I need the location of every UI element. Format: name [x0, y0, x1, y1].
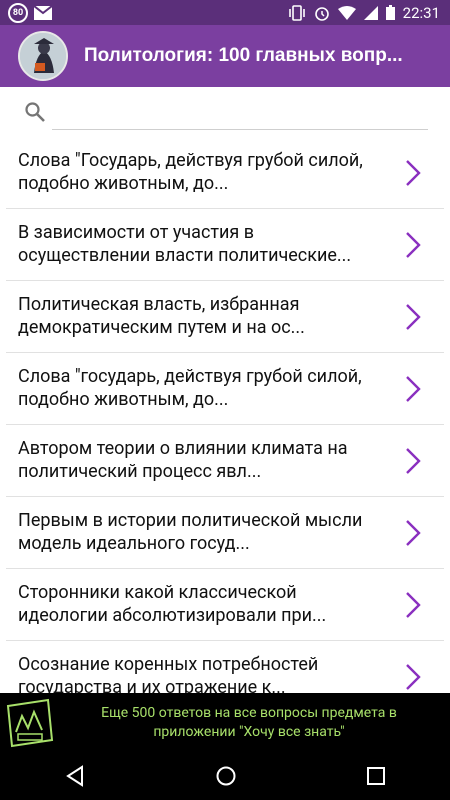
list-item[interactable]: Сторонники какой классической идеологии …: [6, 569, 444, 641]
question-list: Слова "Государь, действуя грубой силой, …: [0, 137, 450, 713]
chevron-right-icon: [406, 376, 421, 402]
list-item-text: В зависимости от участия в осуществлении…: [18, 222, 352, 266]
back-icon[interactable]: [64, 765, 86, 787]
list-item-text: Слова "Государь, действуя грубой силой, …: [18, 150, 363, 194]
list-item[interactable]: Автором теории о влиянии климата на поли…: [6, 425, 444, 497]
notification-badge: 80: [8, 2, 28, 23]
wifi-icon: [337, 5, 356, 20]
gmail-icon: [34, 5, 52, 20]
app-avatar[interactable]: [18, 31, 68, 81]
list-item[interactable]: В зависимости от участия в осуществлении…: [6, 209, 444, 281]
alarm-icon: [314, 6, 329, 21]
chevron-right-icon: [406, 448, 421, 474]
promo-app-icon: [6, 698, 54, 747]
list-item-text: Сторонники какой классической идеологии …: [18, 582, 327, 626]
chevron-right-icon: [406, 592, 421, 618]
search-bar[interactable]: [0, 87, 450, 137]
list-item-text: Политическая власть, избранная демократи…: [18, 294, 305, 338]
app-bar: Политология: 100 главных вопр...: [0, 25, 450, 87]
list-item[interactable]: Слова "государь, действуя грубой силой, …: [6, 353, 444, 425]
vibrate-icon: [288, 4, 305, 21]
chevron-right-icon: [406, 232, 421, 258]
chevron-right-icon: [406, 304, 421, 330]
list-item-text: Первым в истории политической мысли моде…: [18, 510, 363, 554]
chevron-right-icon: [406, 520, 421, 546]
status-bar: 80 22:31: [0, 0, 450, 25]
search-icon[interactable]: [24, 101, 46, 123]
list-item[interactable]: Слова "Государь, действуя грубой силой, …: [6, 137, 444, 209]
chevron-right-icon: [406, 160, 421, 186]
promo-banner[interactable]: Еще 500 ответов на все вопросы предмета …: [0, 693, 450, 752]
list-item-text: Слова "государь, действуя грубой силой, …: [18, 366, 362, 410]
clock: 22:31: [402, 3, 440, 22]
app-title: Политология: 100 главных вопр...: [84, 45, 403, 66]
list-item[interactable]: Первым в истории политической мысли моде…: [6, 497, 444, 569]
recents-icon[interactable]: [366, 766, 386, 786]
promo-text: Еще 500 ответов на все вопросы предмета …: [101, 704, 397, 740]
battery-icon: [385, 5, 395, 20]
navigation-bar: [0, 752, 450, 800]
chevron-right-icon: [406, 664, 421, 690]
list-item-text: Автором теории о влиянии климата на поли…: [18, 438, 348, 482]
search-input[interactable]: [52, 129, 428, 130]
home-icon[interactable]: [215, 765, 237, 787]
signal-icon: [363, 5, 378, 20]
list-item[interactable]: Политическая власть, избранная демократи…: [6, 281, 444, 353]
